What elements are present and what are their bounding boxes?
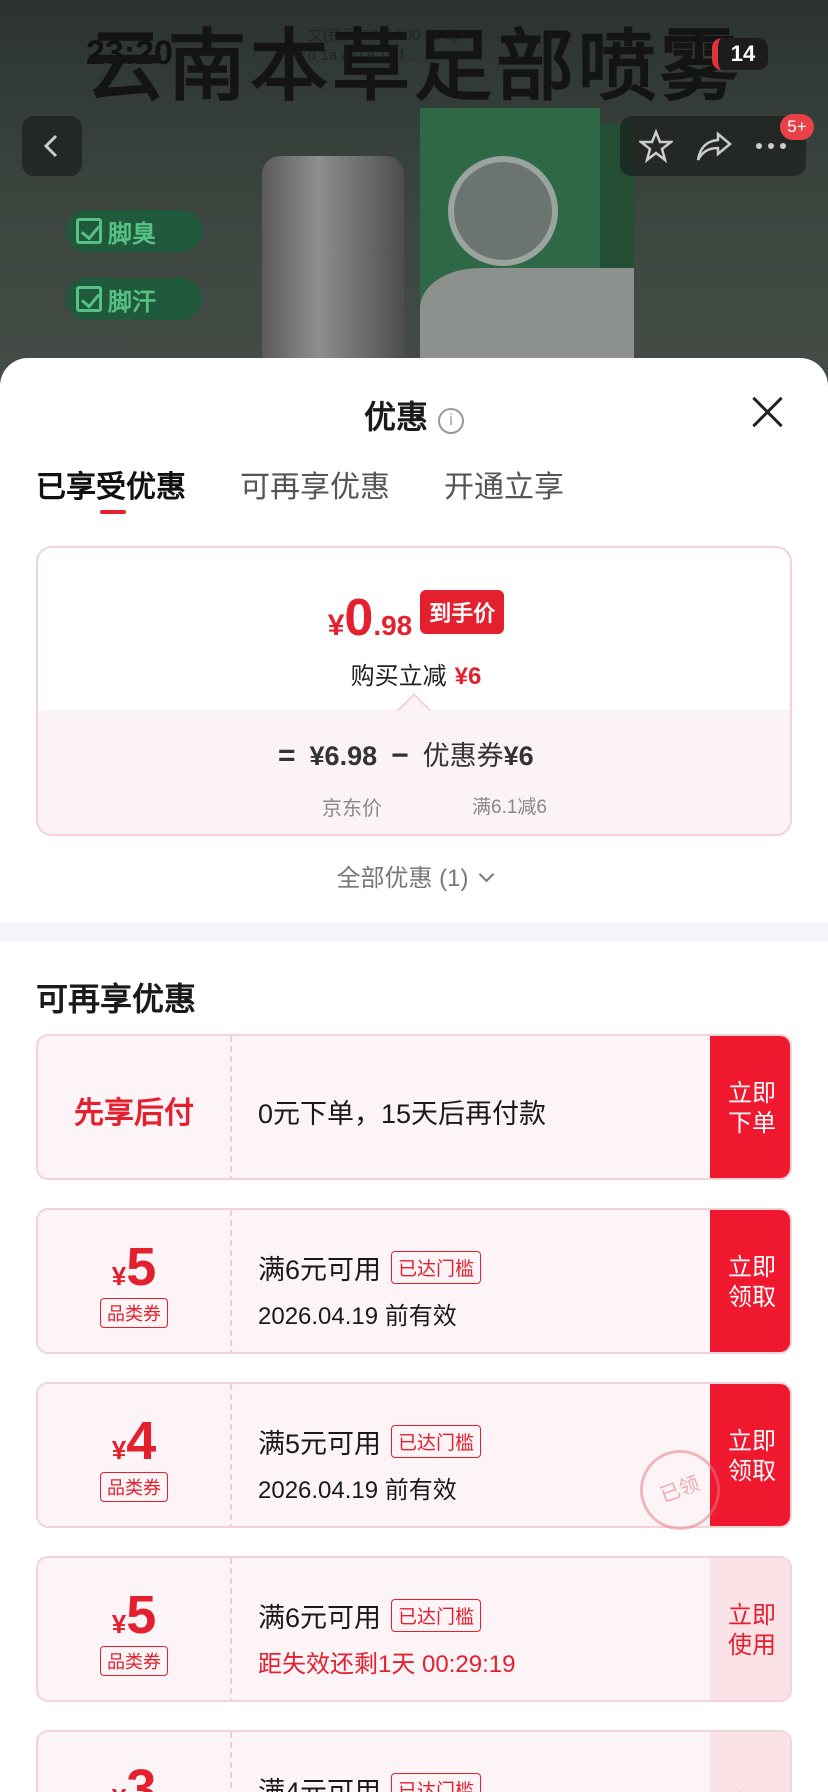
jd-price: ¥6.98 [309, 741, 378, 771]
coupon-amount: ¥3 [112, 1759, 157, 1792]
pay-later-desc: 0元下单，15天后再付款 [258, 1099, 547, 1129]
star-icon[interactable] [639, 129, 674, 163]
coupon-deduction: 优惠券¥6 [422, 741, 534, 771]
final-price-badge: 到手价 [420, 590, 505, 634]
close-button[interactable] [752, 396, 784, 428]
discount-sheet: 优惠 i 已享受优惠 可再享优惠 开通立享 ¥0.98 到手价 购买立减 ¥6 = ¥… [0, 358, 828, 1792]
coupon-threshold: 满4元可用 已达门槛 [258, 1770, 482, 1792]
checkbox-icon [76, 286, 102, 312]
product-bottle-image [262, 156, 404, 386]
threshold-reached-tag: 已达门槛 [391, 1425, 482, 1458]
product-emblem [448, 156, 558, 266]
price-breakdown: = ¥6.98 − 优惠券¥6 京东价 满6.1减6 [38, 710, 790, 834]
share-icon[interactable] [696, 130, 732, 162]
more-icon[interactable] [755, 141, 787, 151]
coupon-threshold: 满6元可用 已达门槛 [258, 1248, 482, 1287]
order-now-button[interactable]: 立即下单 [710, 1036, 790, 1178]
claim-coupon-button[interactable]: 立即领取 [710, 1210, 790, 1352]
price-summary-card: ¥0.98 到手价 购买立减 ¥6 = ¥6.98 − 优惠券¥6 京东价 满6.1… [36, 546, 792, 836]
category-coupon-tag: 品类券 [100, 1646, 168, 1676]
message-count-badge: 5+ [780, 114, 814, 140]
feature-tag-sweat: 脚汗 [66, 278, 202, 320]
claim-coupon-button[interactable]: 立即领取 [710, 1384, 790, 1526]
threshold-reached-tag: 已达门槛 [391, 1251, 482, 1284]
instant-reduction: 购买立减 ¥6 [350, 663, 482, 690]
tab-more-discounts[interactable]: 可再享优惠 [240, 462, 390, 506]
section-divider [0, 922, 828, 942]
product-title: 云南本草足部喷雾 [85, 22, 742, 112]
coupon-rule-label: 满6.1减6 [472, 797, 547, 818]
product-banner: 脚臭 脚汗 23:20 文(镜码 532f 100 29 a) d 1a a 0… [0, 0, 828, 420]
jd-price-label: 京东价 [322, 798, 382, 820]
coupon-expiry: 2026.04.19 前有效 [258, 1303, 457, 1330]
price-formula: = ¥6.98 − 优惠券¥6 [278, 734, 534, 773]
header-actions [620, 116, 806, 176]
all-deals-toggle[interactable]: 全部优惠 (1) [0, 858, 828, 893]
category-coupon-tag: 品类券 [100, 1472, 168, 1502]
category-coupon-tag: 品类券 [100, 1298, 168, 1328]
threshold-reached-tag: 已达门槛 [391, 1773, 482, 1792]
checkbox-icon [76, 218, 102, 244]
pay-later-label: 先享后付 [74, 1097, 194, 1130]
final-price: ¥0.98 到手价 [38, 588, 790, 648]
use-coupon-button[interactable]: 立即使用 [710, 1558, 790, 1700]
pay-later-card: 先享后付 0元下单，15天后再付款 立即下单 [36, 1034, 792, 1180]
sheet-title: 优惠 i [0, 392, 828, 438]
section-title-more-discounts: 可再享优惠 [36, 981, 197, 1017]
feature-tag-odor: 脚臭 [66, 210, 202, 252]
coupon-amount: ¥5 [111, 1237, 157, 1297]
coupon-countdown: 距失效还剩1天 00:29:19 [258, 1651, 516, 1678]
sheet-header: 优惠 i [0, 358, 828, 448]
coupon-amount: ¥5 [111, 1585, 157, 1645]
coupon-threshold: 满6元可用 已达门槛 [258, 1596, 482, 1635]
coupon-card: ¥5 品类券 满6元可用 已达门槛 2026.04.19 前有效 立即领取 [36, 1208, 792, 1354]
coupon-threshold: 满5元可用 已达门槛 [258, 1422, 482, 1461]
chevron-left-icon [43, 134, 58, 158]
coupon-card: ¥3 满4元可用已达门槛 立即 [36, 1730, 792, 1792]
tab-subscribe[interactable]: 开通立享 [444, 462, 564, 506]
coupon-card: ¥5 品类券 满6元可用 已达门槛 距失效还剩1天 00:29:19 立即使用 [36, 1556, 792, 1702]
coupon-expiry: 2026.04.19 前有效 [258, 1477, 457, 1504]
coupon-action-button[interactable]: 立即 [710, 1732, 790, 1792]
coupon-amount: ¥4 [111, 1411, 157, 1471]
discount-tabs: 已享受优惠 可再享优惠 开通立享 [36, 462, 564, 514]
chevron-down-icon [478, 866, 494, 883]
battery-indicator: 14 [712, 38, 768, 70]
info-icon[interactable]: i [438, 408, 464, 434]
tab-enjoyed[interactable]: 已享受优惠 [36, 462, 186, 514]
back-button[interactable] [22, 116, 82, 176]
threshold-reached-tag: 已达门槛 [391, 1599, 482, 1632]
